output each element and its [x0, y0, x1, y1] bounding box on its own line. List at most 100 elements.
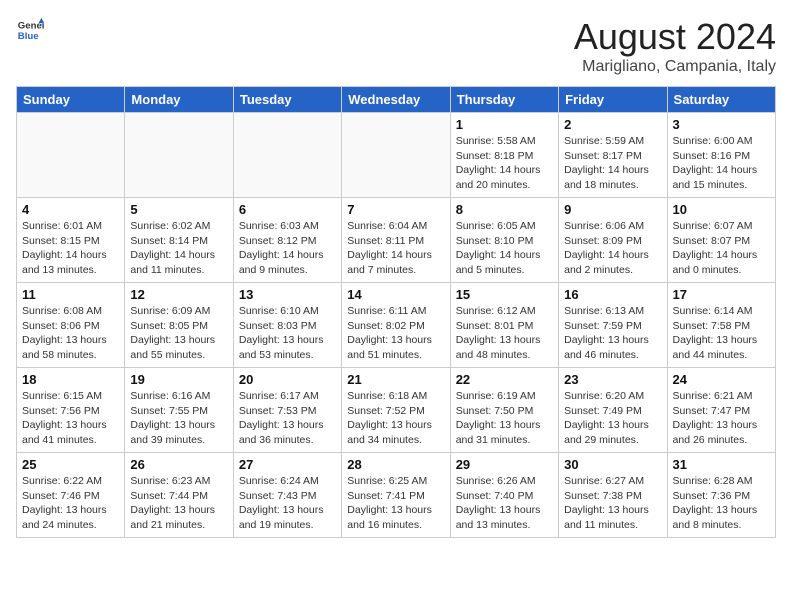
day-info: Sunrise: 6:09 AM Sunset: 8:05 PM Dayligh… — [130, 304, 227, 363]
day-info: Sunrise: 6:17 AM Sunset: 7:53 PM Dayligh… — [239, 389, 336, 448]
day-number: 14 — [347, 287, 444, 302]
day-info: Sunrise: 6:08 AM Sunset: 8:06 PM Dayligh… — [22, 304, 119, 363]
calendar-cell: 12 Sunrise: 6:09 AM Sunset: 8:05 PM Dayli… — [125, 283, 233, 368]
calendar-cell: 1Sunrise: 5:58 AM Sunset: 8:18 PM Daylig… — [450, 113, 558, 198]
day-info: Sunrise: 6:22 AM Sunset: 7:46 PM Dayligh… — [22, 474, 119, 533]
day-number: 5 — [130, 202, 227, 217]
weekday-header-wednesday: Wednesday — [342, 87, 450, 113]
page-header: General Blue August 2024 Marigliano, Cam… — [16, 16, 776, 76]
day-info: Sunrise: 6:18 AM Sunset: 7:52 PM Dayligh… — [347, 389, 444, 448]
calendar-cell — [233, 113, 341, 198]
calendar-cell: 14 Sunrise: 6:11 AM Sunset: 8:02 PM Dayli… — [342, 283, 450, 368]
day-info: Sunrise: 6:03 AM Sunset: 8:12 PM Dayligh… — [239, 219, 336, 278]
day-info: Sunrise: 6:27 AM Sunset: 7:38 PM Dayligh… — [564, 474, 661, 533]
logo: General Blue — [16, 16, 44, 44]
calendar-cell: 8 Sunrise: 6:05 AM Sunset: 8:10 PM Daylig… — [450, 198, 558, 283]
day-info: Sunrise: 6:00 AM Sunset: 8:16 PM Dayligh… — [673, 134, 770, 193]
weekday-header-row: SundayMondayTuesdayWednesdayThursdayFrid… — [17, 87, 776, 113]
day-info: Sunrise: 6:14 AM Sunset: 7:58 PM Dayligh… — [673, 304, 770, 363]
day-number: 22 — [456, 372, 553, 387]
calendar-cell: 9 Sunrise: 6:06 AM Sunset: 8:09 PM Daylig… — [559, 198, 667, 283]
weekday-header-monday: Monday — [125, 87, 233, 113]
day-info: Sunrise: 6:04 AM Sunset: 8:11 PM Dayligh… — [347, 219, 444, 278]
day-number: 30 — [564, 457, 661, 472]
day-info: Sunrise: 6:07 AM Sunset: 8:07 PM Dayligh… — [673, 219, 770, 278]
calendar-cell: 18Sunrise: 6:15 AM Sunset: 7:56 PM Dayli… — [17, 368, 125, 453]
location-title: Marigliano, Campania, Italy — [574, 58, 776, 76]
day-number: 20 — [239, 372, 336, 387]
day-number: 1 — [456, 117, 553, 132]
day-info: Sunrise: 6:26 AM Sunset: 7:40 PM Dayligh… — [456, 474, 553, 533]
day-info: Sunrise: 6:20 AM Sunset: 7:49 PM Dayligh… — [564, 389, 661, 448]
calendar-cell — [125, 113, 233, 198]
day-info: Sunrise: 6:12 AM Sunset: 8:01 PM Dayligh… — [456, 304, 553, 363]
day-number: 10 — [673, 202, 770, 217]
day-number: 24 — [673, 372, 770, 387]
day-info: Sunrise: 6:16 AM Sunset: 7:55 PM Dayligh… — [130, 389, 227, 448]
calendar-cell: 28Sunrise: 6:25 AM Sunset: 7:41 PM Dayli… — [342, 453, 450, 538]
calendar-cell: 24 Sunrise: 6:21 AM Sunset: 7:47 PM Dayli… — [667, 368, 775, 453]
day-number: 6 — [239, 202, 336, 217]
calendar-cell: 2 Sunrise: 5:59 AM Sunset: 8:17 PM Daylig… — [559, 113, 667, 198]
calendar-cell — [342, 113, 450, 198]
calendar-cell: 29Sunrise: 6:26 AM Sunset: 7:40 PM Dayli… — [450, 453, 558, 538]
day-number: 3 — [673, 117, 770, 132]
day-info: Sunrise: 6:23 AM Sunset: 7:44 PM Dayligh… — [130, 474, 227, 533]
day-info: Sunrise: 6:02 AM Sunset: 8:14 PM Dayligh… — [130, 219, 227, 278]
day-info: Sunrise: 6:24 AM Sunset: 7:43 PM Dayligh… — [239, 474, 336, 533]
calendar-cell: 20 Sunrise: 6:17 AM Sunset: 7:53 PM Dayli… — [233, 368, 341, 453]
month-title: August 2024 — [574, 16, 776, 58]
day-number: 31 — [673, 457, 770, 472]
day-number: 8 — [456, 202, 553, 217]
day-number: 19 — [130, 372, 227, 387]
day-number: 2 — [564, 117, 661, 132]
day-info: Sunrise: 6:01 AM Sunset: 8:15 PM Dayligh… — [22, 219, 119, 278]
day-info: Sunrise: 5:59 AM Sunset: 8:17 PM Dayligh… — [564, 134, 661, 193]
day-info: Sunrise: 6:05 AM Sunset: 8:10 PM Dayligh… — [456, 219, 553, 278]
day-info: Sunrise: 6:11 AM Sunset: 8:02 PM Dayligh… — [347, 304, 444, 363]
calendar-cell: 25 Sunrise: 6:22 AM Sunset: 7:46 PM Dayli… — [17, 453, 125, 538]
calendar-cell — [17, 113, 125, 198]
calendar-cell: 21 Sunrise: 6:18 AM Sunset: 7:52 PM Dayli… — [342, 368, 450, 453]
calendar-cell: 19 Sunrise: 6:16 AM Sunset: 7:55 PM Dayli… — [125, 368, 233, 453]
day-number: 27 — [239, 457, 336, 472]
calendar-cell: 11Sunrise: 6:08 AM Sunset: 8:06 PM Dayli… — [17, 283, 125, 368]
day-info: Sunrise: 6:19 AM Sunset: 7:50 PM Dayligh… — [456, 389, 553, 448]
week-row-1: 1Sunrise: 5:58 AM Sunset: 8:18 PM Daylig… — [17, 113, 776, 198]
calendar-cell: 6 Sunrise: 6:03 AM Sunset: 8:12 PM Daylig… — [233, 198, 341, 283]
weekday-header-tuesday: Tuesday — [233, 87, 341, 113]
day-info: Sunrise: 6:06 AM Sunset: 8:09 PM Dayligh… — [564, 219, 661, 278]
weekday-header-thursday: Thursday — [450, 87, 558, 113]
calendar-cell: 10 Sunrise: 6:07 AM Sunset: 8:07 PM Dayli… — [667, 198, 775, 283]
calendar-cell: 22 Sunrise: 6:19 AM Sunset: 7:50 PM Dayli… — [450, 368, 558, 453]
week-row-4: 18Sunrise: 6:15 AM Sunset: 7:56 PM Dayli… — [17, 368, 776, 453]
calendar-cell: 3 Sunrise: 6:00 AM Sunset: 8:16 PM Daylig… — [667, 113, 775, 198]
calendar-cell: 16Sunrise: 6:13 AM Sunset: 7:59 PM Dayli… — [559, 283, 667, 368]
weekday-header-saturday: Saturday — [667, 87, 775, 113]
calendar-cell: 4 Sunrise: 6:01 AM Sunset: 8:15 PM Daylig… — [17, 198, 125, 283]
day-number: 9 — [564, 202, 661, 217]
calendar-cell: 17 Sunrise: 6:14 AM Sunset: 7:58 PM Dayli… — [667, 283, 775, 368]
day-number: 26 — [130, 457, 227, 472]
week-row-2: 4 Sunrise: 6:01 AM Sunset: 8:15 PM Daylig… — [17, 198, 776, 283]
day-number: 23 — [564, 372, 661, 387]
day-info: Sunrise: 6:15 AM Sunset: 7:56 PM Dayligh… — [22, 389, 119, 448]
day-number: 17 — [673, 287, 770, 302]
weekday-header-friday: Friday — [559, 87, 667, 113]
day-number: 7 — [347, 202, 444, 217]
day-number: 16 — [564, 287, 661, 302]
day-number: 25 — [22, 457, 119, 472]
week-row-5: 25 Sunrise: 6:22 AM Sunset: 7:46 PM Dayli… — [17, 453, 776, 538]
day-number: 4 — [22, 202, 119, 217]
day-info: Sunrise: 6:25 AM Sunset: 7:41 PM Dayligh… — [347, 474, 444, 533]
day-number: 13 — [239, 287, 336, 302]
day-number: 12 — [130, 287, 227, 302]
calendar-cell: 26 Sunrise: 6:23 AM Sunset: 7:44 PM Dayli… — [125, 453, 233, 538]
calendar-cell: 5 Sunrise: 6:02 AM Sunset: 8:14 PM Daylig… — [125, 198, 233, 283]
calendar-cell: 15Sunrise: 6:12 AM Sunset: 8:01 PM Dayli… — [450, 283, 558, 368]
logo-icon: General Blue — [16, 16, 44, 44]
day-info: Sunrise: 6:21 AM Sunset: 7:47 PM Dayligh… — [673, 389, 770, 448]
calendar-cell: 7 Sunrise: 6:04 AM Sunset: 8:11 PM Daylig… — [342, 198, 450, 283]
day-number: 21 — [347, 372, 444, 387]
weekday-header-sunday: Sunday — [17, 87, 125, 113]
